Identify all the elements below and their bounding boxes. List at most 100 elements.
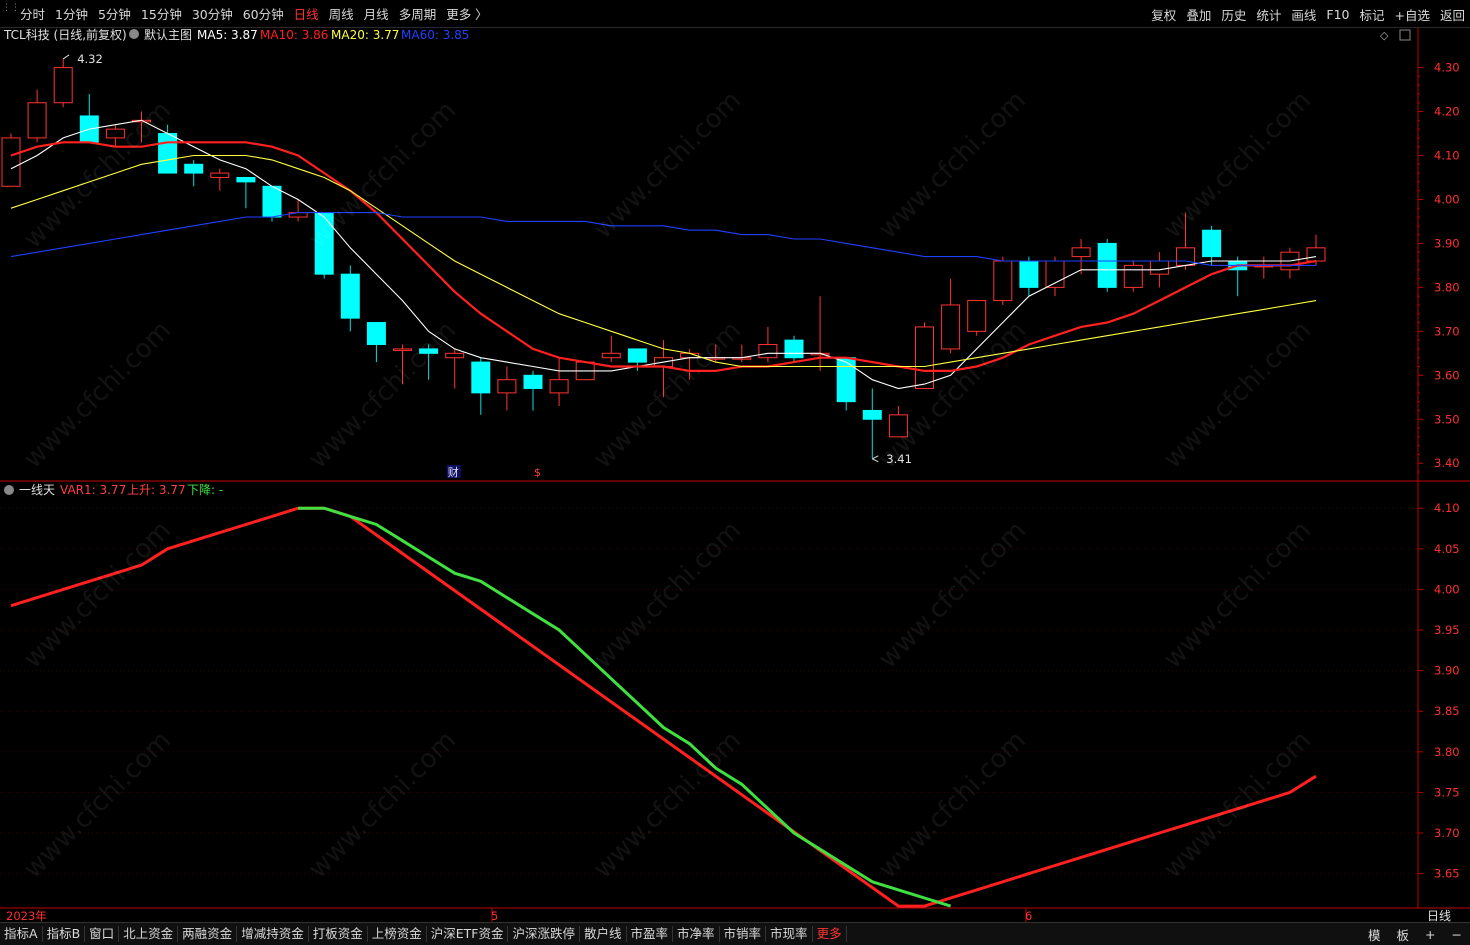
sub-y-tick-label: 3.90 — [1434, 664, 1460, 678]
period-tab[interactable]: 5分钟 — [92, 4, 135, 23]
sub-y-tick-label: 3.95 — [1434, 623, 1460, 637]
indicator-tab[interactable]: 沪深ETF资金 — [427, 926, 509, 942]
candle-body — [471, 361, 491, 394]
sub-y-tick-label: 3.75 — [1434, 785, 1460, 799]
y-tick-label: 3.50 — [1434, 412, 1460, 426]
candle-body — [158, 133, 178, 174]
ma-label: MA60: 3.85 — [401, 28, 469, 42]
indicator-tab[interactable]: 沪深涨跌停 — [508, 926, 580, 942]
indicator-line-down — [298, 506, 952, 908]
period-tab[interactable]: 多周期 — [393, 4, 441, 23]
y-tick-label: 3.60 — [1434, 368, 1460, 382]
toolbar-button[interactable]: 叠加 — [1181, 5, 1216, 24]
toolbar-button[interactable]: 标记 — [1354, 5, 1389, 24]
candle-body — [236, 176, 256, 183]
period-tab[interactable]: 日线 — [288, 4, 323, 23]
var-label: 下降: - — [187, 483, 223, 497]
indicator-tab[interactable]: 市盈率 — [627, 926, 674, 942]
indicator-tab[interactable]: 增减持资金 — [237, 926, 309, 942]
x-axis-label: 6 — [1025, 909, 1032, 922]
candle-body — [497, 379, 517, 394]
template-icon — [129, 29, 139, 39]
bottom-right-controls: 模板 + − — [1360, 923, 1470, 945]
y-tick-label: 3.40 — [1434, 456, 1460, 470]
indicator-tab[interactable]: 指标A — [0, 926, 43, 942]
period-tab[interactable]: 分时 — [14, 4, 49, 23]
y-tick-label: 3.90 — [1434, 236, 1460, 250]
candle-body — [210, 172, 230, 178]
candle-body — [1019, 260, 1039, 288]
sub-y-tick-label: 4.10 — [1434, 501, 1460, 515]
period-tab[interactable]: 15分钟 — [135, 4, 186, 23]
bottom-indicator-bar: 指标A 指标B 窗口 北上资金 两融资金 增减持资金 打板资金 上榜资金 沪深ETF资金 沪深涨跌… — [0, 922, 1470, 945]
sub-y-tick-label: 4.00 — [1434, 582, 1460, 596]
bottom-button[interactable]: 模 — [1360, 925, 1389, 944]
indicator-tab[interactable]: 市销率 — [720, 926, 767, 942]
indicator-tab[interactable]: 更多 — [813, 926, 847, 942]
toolbar-button[interactable]: 统计 — [1251, 5, 1286, 24]
candle-body — [1202, 229, 1222, 258]
period-tab[interactable]: 月线 — [358, 4, 393, 23]
event-marker: 财 — [448, 465, 459, 479]
indicator-tab[interactable]: 市现率 — [766, 926, 813, 942]
sub-y-tick-label: 4.05 — [1434, 542, 1460, 556]
period-tab[interactable]: 周线 — [323, 4, 358, 23]
x-axis-label: 5 — [491, 909, 498, 922]
sub-y-tick-label: 3.80 — [1434, 745, 1460, 759]
toolbar-button[interactable]: 复权 — [1146, 5, 1181, 24]
candle-body — [1123, 264, 1143, 288]
indicator-tab[interactable]: 市净率 — [673, 926, 720, 942]
right-tools: 复权 叠加 历史 统计 画线 F10 标记 +自选 返回 — [1146, 0, 1470, 28]
indicator-tab[interactable]: 散户线 — [580, 926, 627, 942]
ma-label: MA10: 3.86 — [260, 28, 328, 42]
indicator-tab[interactable]: 两融资金 — [178, 926, 238, 942]
period-tab[interactable]: 1分钟 — [49, 4, 92, 23]
low-label: 3.41 — [886, 452, 912, 466]
indicator-tab[interactable]: 打板资金 — [309, 926, 368, 942]
candle-body — [993, 260, 1013, 302]
period-tab[interactable]: 60分钟 — [237, 4, 288, 23]
candle-body — [445, 352, 465, 359]
x-axis-label: 2023年 — [6, 909, 47, 922]
maximize-icon — [1399, 29, 1411, 41]
candle-body — [836, 357, 856, 403]
toolbar-button[interactable]: 历史 — [1216, 5, 1251, 24]
candle-body — [340, 273, 360, 319]
period-tab[interactable]: 30分钟 — [186, 4, 237, 23]
y-tick-label: 3.70 — [1434, 324, 1460, 338]
toolbar-button[interactable]: +自选 — [1390, 5, 1435, 24]
grip-icon[interactable]: ⋮⋮ — [2, 3, 20, 25]
candle-body — [862, 409, 882, 420]
indicator-tab[interactable]: 窗口 — [85, 926, 120, 942]
bottom-button[interactable]: 板 — [1389, 925, 1418, 944]
toolbar-button[interactable]: 返回 — [1435, 5, 1470, 24]
period-tab[interactable]: 更多 〉 — [440, 4, 491, 23]
high-marker — [62, 54, 70, 60]
template-label: 默认主图 — [144, 28, 192, 42]
toolbar-button[interactable]: 画线 — [1286, 5, 1321, 24]
sub-y-tick-label: 3.65 — [1434, 867, 1460, 881]
candle-body — [314, 212, 334, 275]
toolbar-button[interactable]: F10 — [1321, 7, 1354, 22]
candle-body — [366, 322, 386, 346]
indicator-tab[interactable]: 北上资金 — [119, 926, 179, 942]
bottom-button[interactable]: − — [1444, 927, 1470, 942]
sub-y-tick-label: 3.70 — [1434, 826, 1460, 840]
period-tabs: 分时 1分钟 5分钟 15分钟 30分钟 60分钟 日线 周线 月线 多周期 更多 〉 — [14, 4, 492, 23]
candle-body — [105, 128, 125, 139]
indicator-tab[interactable]: 指标B — [43, 926, 86, 942]
candle-body — [549, 379, 569, 394]
y-tick-label: 3.80 — [1434, 280, 1460, 294]
stock-title: TCL科技 (日线,前复权) — [3, 28, 127, 42]
ma-line-ma60 — [10, 212, 1316, 266]
chart-area[interactable]: 4.30 4.20 4.10 4.00 3.90 3.80 3.70 3.60 3.50 3.40… — [0, 28, 1470, 922]
sub-y-tick-label: 3.85 — [1434, 704, 1460, 718]
indicator-tab[interactable]: 上榜资金 — [368, 926, 427, 942]
bottom-button[interactable]: + — [1417, 927, 1443, 942]
y-tick-label: 4.00 — [1434, 192, 1460, 206]
ma-label: MA5: 3.87 — [197, 28, 258, 42]
y-tick-label: 4.30 — [1434, 61, 1460, 75]
candle-body — [27, 102, 47, 139]
candle-body — [888, 414, 908, 438]
candle-body — [941, 304, 961, 350]
